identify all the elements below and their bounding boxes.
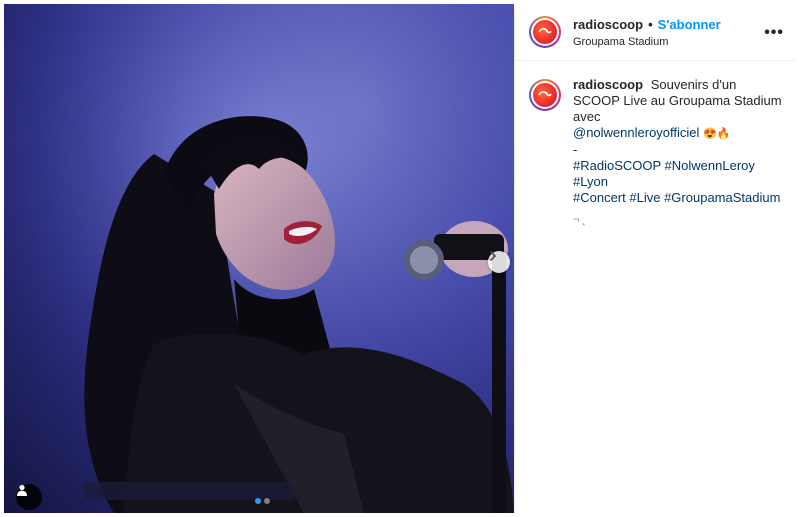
carousel-dot-active [255, 498, 261, 504]
post-caption: radioscoop Souvenirs d'un SCOOP Live au … [515, 61, 796, 228]
hashtag-link[interactable]: #Concert [573, 190, 626, 205]
avatar[interactable] [529, 16, 561, 48]
tagged-users-button[interactable] [16, 484, 42, 510]
hashtag-link[interactable]: #RadioSCOOP [573, 158, 661, 173]
carousel-indicator [255, 498, 270, 504]
post-sidebar: radioscoop • S'abonner Groupama Stadium … [514, 4, 796, 513]
caption-emojis: 😍🔥 [703, 128, 731, 140]
radioscoop-logo-icon [533, 83, 557, 107]
caption-avatar[interactable] [529, 79, 561, 111]
caption-username-link[interactable]: radioscoop [573, 77, 643, 92]
hashtag-link[interactable]: #Live [629, 190, 660, 205]
hashtag-link[interactable]: #GroupamaStadium [664, 190, 780, 205]
mention-link[interactable]: @nolwennleroyofficiel [573, 125, 699, 140]
carousel-next-button[interactable] [488, 251, 510, 273]
hashtag-link[interactable]: #Lyon [573, 174, 608, 189]
caption-trailing-mark: ¬ ˛ [573, 214, 587, 226]
caption-dash: - [573, 142, 578, 157]
carousel-dot [264, 498, 270, 504]
radioscoop-logo-icon [533, 20, 557, 44]
more-options-button[interactable]: ••• [764, 24, 784, 42]
separator-dot: • [648, 16, 653, 32]
concert-photo-illustration [4, 4, 514, 513]
hashtag-link[interactable]: #NolwennLeroy [665, 158, 755, 173]
user-icon [17, 484, 27, 496]
caption-body: radioscoop Souvenirs d'un SCOOP Live au … [573, 77, 784, 228]
post-header: radioscoop • S'abonner Groupama Stadium … [515, 4, 796, 61]
location-link[interactable]: Groupama Stadium [573, 36, 721, 48]
username-link[interactable]: radioscoop [573, 17, 643, 32]
chevron-right-icon [490, 251, 496, 261]
instagram-post-modal: radioscoop • S'abonner Groupama Stadium … [0, 0, 800, 517]
header-text: radioscoop • S'abonner Groupama Stadium [573, 17, 721, 48]
post-photo[interactable] [4, 4, 514, 513]
follow-button[interactable]: S'abonner [658, 17, 721, 32]
